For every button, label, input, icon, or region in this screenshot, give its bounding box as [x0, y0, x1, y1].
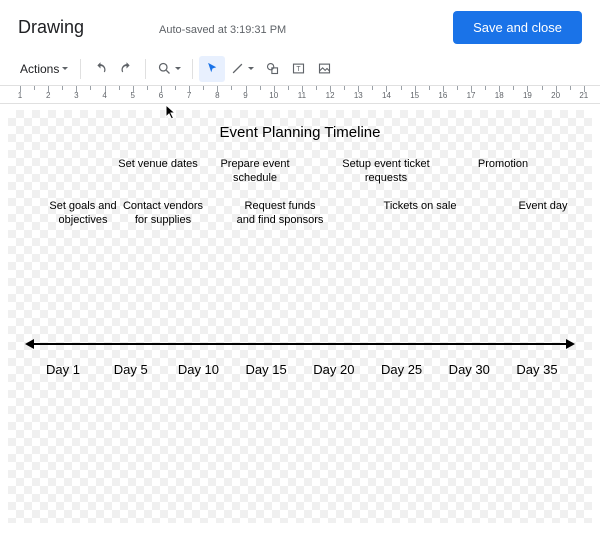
- redo-button[interactable]: [113, 56, 139, 82]
- actions-menu-label: Actions: [20, 62, 59, 76]
- event-label[interactable]: Setup event ticket requests: [341, 158, 431, 186]
- ruler-number: 4: [102, 91, 106, 100]
- ruler-number: 6: [159, 91, 163, 100]
- ruler-number: 14: [382, 91, 391, 100]
- chevron-down-icon: [248, 67, 254, 73]
- event-label[interactable]: Set goals and objectives: [38, 200, 128, 228]
- shape-icon: [265, 61, 280, 76]
- timeline-line: [30, 343, 570, 345]
- line-tool-button[interactable]: [225, 56, 259, 82]
- select-tool-button[interactable]: [199, 56, 225, 82]
- ruler-number: 8: [215, 91, 219, 100]
- drawing-canvas[interactable]: Event Planning Timeline Set venue dates P…: [8, 110, 592, 523]
- day-label[interactable]: Day 10: [178, 362, 219, 377]
- chevron-down-icon: [175, 67, 181, 73]
- toolbar-separator: [145, 59, 146, 79]
- event-label[interactable]: Set venue dates: [113, 158, 203, 172]
- toolbar-separator: [192, 59, 193, 79]
- timeline-arrow[interactable]: [30, 343, 570, 345]
- arrowhead-right-icon: [566, 339, 575, 349]
- day-label[interactable]: Day 30: [449, 362, 490, 377]
- actions-menu-button[interactable]: Actions: [14, 58, 74, 80]
- day-label[interactable]: Day 1: [46, 362, 80, 377]
- event-label[interactable]: Request funds and find sponsors: [235, 200, 325, 228]
- ruler-number: 7: [187, 91, 191, 100]
- svg-text:T: T: [296, 66, 301, 73]
- ruler-number: 5: [131, 91, 135, 100]
- day-label[interactable]: Day 20: [313, 362, 354, 377]
- redo-icon: [119, 61, 134, 76]
- ruler-number: 18: [495, 91, 504, 100]
- cursor-icon: [205, 61, 220, 76]
- zoom-icon: [157, 61, 172, 76]
- dialog-title: Drawing: [18, 17, 84, 38]
- zoom-button[interactable]: [152, 56, 186, 82]
- event-label[interactable]: Contact vendors for supplies: [118, 200, 208, 228]
- textbox-tool-button[interactable]: T: [285, 56, 311, 82]
- ruler-number: 9: [243, 91, 247, 100]
- undo-icon: [93, 61, 108, 76]
- dialog-header: Drawing Auto-saved at 3:19:31 PM Save an…: [0, 0, 600, 52]
- ruler-number: 13: [354, 91, 363, 100]
- horizontal-ruler: 123456789101112131415161718192021: [0, 86, 600, 104]
- toolbar-separator: [80, 59, 81, 79]
- event-label[interactable]: Event day: [498, 200, 588, 214]
- ruler-number: 17: [467, 91, 476, 100]
- ruler-number: 3: [74, 91, 78, 100]
- day-label[interactable]: Day 25: [381, 362, 422, 377]
- ruler-number: 19: [523, 91, 532, 100]
- undo-button[interactable]: [87, 56, 113, 82]
- arrowhead-left-icon: [25, 339, 34, 349]
- ruler-number: 21: [579, 91, 588, 100]
- canvas-viewport[interactable]: Event Planning Timeline Set venue dates P…: [0, 104, 600, 533]
- image-icon: [317, 61, 332, 76]
- drawing-title-text[interactable]: Event Planning Timeline: [8, 124, 592, 141]
- event-label[interactable]: Prepare event schedule: [210, 158, 300, 186]
- day-label[interactable]: Day 15: [246, 362, 287, 377]
- save-and-close-button[interactable]: Save and close: [453, 11, 582, 44]
- ruler-number: 2: [46, 91, 50, 100]
- ruler-number: 11: [298, 91, 306, 100]
- day-label[interactable]: Day 5: [114, 362, 148, 377]
- ruler-number: 15: [410, 91, 419, 100]
- event-label[interactable]: Tickets on sale: [375, 200, 465, 214]
- event-label[interactable]: Promotion: [458, 158, 548, 172]
- line-icon: [230, 61, 245, 76]
- ruler-number: 16: [438, 91, 447, 100]
- toolbar: Actions T: [0, 52, 600, 86]
- ruler-number: 10: [269, 91, 278, 100]
- textbox-icon: T: [291, 61, 306, 76]
- day-label[interactable]: Day 35: [516, 362, 557, 377]
- ruler-number: 12: [326, 91, 335, 100]
- image-tool-button[interactable]: [311, 56, 337, 82]
- shape-tool-button[interactable]: [259, 56, 285, 82]
- ruler-number: 1: [18, 91, 22, 100]
- ruler-number: 20: [551, 91, 560, 100]
- autosave-status: Auto-saved at 3:19:31 PM: [159, 24, 286, 36]
